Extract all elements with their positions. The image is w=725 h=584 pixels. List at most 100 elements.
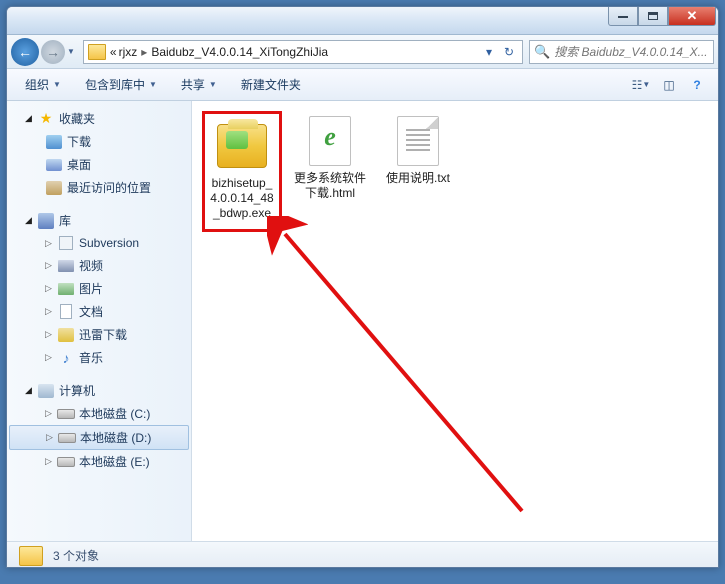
newfolder-button[interactable]: 新建文件夹 (231, 72, 311, 97)
subversion-icon (59, 236, 73, 250)
address-bar[interactable]: « rjxz ▸ Baidubz_V4.0.0.14_XiTongZhiJia … (83, 40, 523, 64)
sidebar-item-label: 最近访问的位置 (67, 179, 151, 196)
history-dropdown-icon[interactable]: ▼ (67, 47, 75, 56)
sidebar-item-label: 下载 (67, 133, 91, 150)
sidebar-item-label: 桌面 (67, 156, 91, 173)
tree-collapse-icon[interactable]: ◢ (25, 385, 35, 396)
tree-expand-icon[interactable]: ▷ (46, 432, 56, 443)
share-button[interactable]: 共享 ▼ (171, 72, 227, 97)
tree-expand-icon[interactable]: ▷ (45, 283, 55, 294)
sidebar-item-desktop[interactable]: 桌面 (7, 153, 191, 176)
search-icon: 🔍 (534, 44, 550, 60)
drive-icon (57, 457, 75, 467)
close-button[interactable]: ✕ (668, 7, 716, 26)
computer-header[interactable]: ◢ 计算机 (7, 379, 191, 402)
minimize-button[interactable] (608, 7, 638, 26)
organize-button[interactable]: 组织 ▼ (15, 72, 71, 97)
installer-icon (217, 124, 267, 168)
documents-icon (60, 304, 72, 319)
include-library-button[interactable]: 包含到库中 ▼ (75, 72, 167, 97)
sidebar-item-drive-d[interactable]: ▷本地磁盘 (D:) (9, 425, 189, 450)
sidebar-item-recent[interactable]: 最近访问的位置 (7, 176, 191, 199)
sidebar-item-label: 音乐 (79, 349, 103, 366)
refresh-icon[interactable]: ↻ (500, 43, 518, 61)
tree-expand-icon[interactable]: ▷ (45, 238, 55, 249)
sidebar-item-documents[interactable]: ▷ 文档 (7, 300, 191, 323)
file-label: bizhisetup_4.0.0.14_48_bdwp.exe (209, 176, 275, 221)
tree-expand-icon[interactable]: ▷ (45, 352, 55, 363)
downloads-icon (46, 135, 62, 149)
search-input[interactable] (554, 45, 709, 59)
breadcrumb-part[interactable]: Baidubz_V4.0.0.14_XiTongZhiJia (151, 45, 328, 59)
help-icon[interactable]: ? (684, 73, 710, 97)
desktop-icon (46, 159, 62, 171)
txt-icon (397, 116, 439, 166)
file-item-html[interactable]: 更多系统软件下载.html (290, 111, 370, 205)
main-area: ◢ ★ 收藏夹 下载 桌面 最近访问的位置 ◢ 库 ▷ Subversion ▷ 视… (7, 101, 718, 541)
tree-expand-icon[interactable]: ▷ (45, 329, 55, 340)
sidebar-item-videos[interactable]: ▷ 视频 (7, 254, 191, 277)
thunder-icon (58, 328, 74, 342)
breadcrumb-part[interactable]: rjxz (119, 45, 138, 59)
sidebar-item-label: Subversion (79, 236, 139, 250)
file-label: 更多系统软件下载.html (294, 171, 366, 201)
back-button[interactable]: ← (11, 38, 39, 66)
forward-button[interactable]: → (41, 40, 65, 64)
search-box[interactable]: 🔍 (529, 40, 714, 64)
favorites-header[interactable]: ◢ ★ 收藏夹 (7, 107, 191, 130)
sidebar-item-label: 视频 (79, 257, 103, 274)
maximize-button[interactable] (638, 7, 668, 26)
tree-collapse-icon[interactable]: ◢ (25, 215, 35, 226)
sidebar-item-pictures[interactable]: ▷ 图片 (7, 277, 191, 300)
sidebar-item-subversion[interactable]: ▷ Subversion (7, 232, 191, 254)
navigation-pane: ◢ ★ 收藏夹 下载 桌面 最近访问的位置 ◢ 库 ▷ Subversion ▷ 视… (7, 101, 192, 541)
tree-expand-icon[interactable]: ▷ (45, 408, 55, 419)
computer-icon (38, 384, 54, 398)
folder-icon (88, 44, 106, 60)
sidebar-item-label: 文档 (79, 303, 103, 320)
breadcrumb-sep-icon[interactable]: ▸ (141, 45, 147, 59)
sidebar-item-label: 图片 (79, 280, 103, 297)
file-list[interactable]: bizhisetup_4.0.0.14_48_bdwp.exe 更多系统软件下载… (192, 101, 718, 541)
status-count: 3 个对象 (53, 547, 99, 564)
music-icon: ♪ (57, 350, 75, 366)
computer-group: ◢ 计算机 ▷ 本地磁盘 (C:) ▷本地磁盘 (D:) ▷ 本地磁盘 (E:) (7, 379, 191, 473)
library-icon (38, 213, 54, 229)
libraries-header[interactable]: ◢ 库 (7, 209, 191, 232)
tree-expand-icon[interactable]: ▷ (45, 306, 55, 317)
sidebar-item-label: 迅雷下载 (79, 326, 127, 343)
folder-icon (19, 546, 43, 566)
sidebar-item-thunder[interactable]: ▷ 迅雷下载 (7, 323, 191, 346)
tree-expand-icon[interactable]: ▷ (45, 260, 55, 271)
file-item-installer[interactable]: bizhisetup_4.0.0.14_48_bdwp.exe (202, 111, 282, 232)
sidebar-item-label: 本地磁盘 (E:) (79, 453, 150, 470)
html-icon (309, 116, 351, 166)
titlebar: ✕ (7, 7, 718, 35)
sidebar-item-drive-c[interactable]: ▷ 本地磁盘 (C:) (7, 402, 191, 425)
drive-icon (58, 433, 76, 443)
sidebar-item-label: 本地磁盘 (C:) (79, 405, 150, 422)
libraries-group: ◢ 库 ▷Subversion ▷视频 ▷图片 ▷文档 ▷迅雷下载 ▷♪音乐 (7, 209, 191, 369)
pictures-icon (58, 283, 74, 295)
sidebar-label: 库 (59, 212, 71, 229)
breadcrumb: « rjxz ▸ Baidubz_V4.0.0.14_XiTongZhiJia (110, 45, 328, 59)
address-dropdown-icon[interactable]: ▾ (480, 43, 498, 61)
sidebar-item-downloads[interactable]: 下载 (7, 130, 191, 153)
sidebar-item-drive-e[interactable]: ▷ 本地磁盘 (E:) (7, 450, 191, 473)
preview-pane-icon[interactable]: ◫ (656, 73, 682, 97)
drive-icon (57, 409, 75, 419)
view-options-icon[interactable]: ☷ ▼ (628, 73, 654, 97)
window-controls: ✕ (608, 7, 716, 26)
sidebar-label: 收藏夹 (59, 110, 95, 127)
files-container: bizhisetup_4.0.0.14_48_bdwp.exe 更多系统软件下载… (202, 111, 708, 232)
file-item-txt[interactable]: 使用说明.txt (378, 111, 458, 190)
recent-icon (46, 181, 62, 195)
tree-expand-icon[interactable]: ▷ (45, 456, 55, 467)
sidebar-item-music[interactable]: ▷♪音乐 (7, 346, 191, 369)
favorites-group: ◢ ★ 收藏夹 下载 桌面 最近访问的位置 (7, 107, 191, 199)
breadcrumb-prefix[interactable]: « (110, 45, 117, 59)
tree-collapse-icon[interactable]: ◢ (25, 113, 35, 124)
explorer-window: ✕ ← → ▼ « rjxz ▸ Baidubz_V4.0.0.14_XiTon… (6, 6, 719, 568)
file-label: 使用说明.txt (382, 171, 454, 186)
navbar: ← → ▼ « rjxz ▸ Baidubz_V4.0.0.14_XiTongZ… (7, 35, 718, 69)
